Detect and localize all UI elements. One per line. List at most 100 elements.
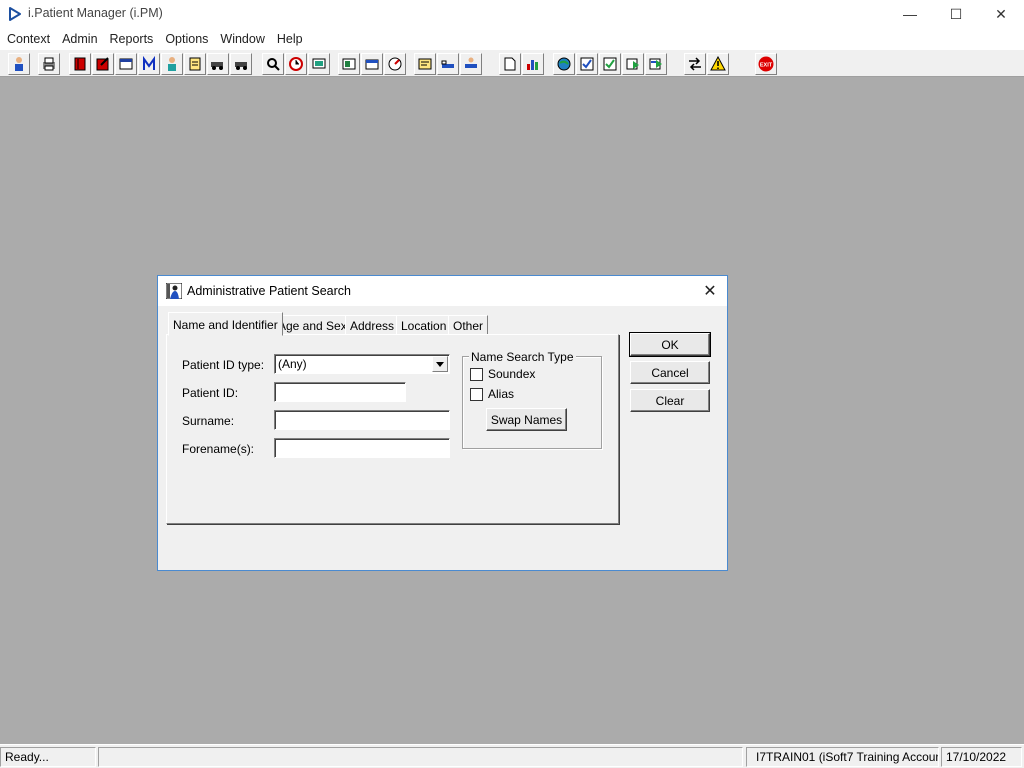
- toolbar-button-green-arrow[interactable]: [622, 53, 644, 75]
- toolbar-button-disc[interactable]: [384, 53, 406, 75]
- dialog-title-bar: Administrative Patient Search ✕: [158, 276, 727, 306]
- status-date: 17/10/2022: [941, 747, 1022, 767]
- toolbar-button-clock[interactable]: [285, 53, 307, 75]
- clock-icon: [289, 57, 303, 71]
- note-icon: [418, 58, 432, 70]
- forenames-input[interactable]: [274, 438, 450, 458]
- photo-icon: [342, 58, 356, 70]
- tab-name-and-identifier[interactable]: Name and Identifier: [168, 312, 283, 336]
- toolbar-button-document[interactable]: [499, 53, 521, 75]
- toolbar-button-search[interactable]: [262, 53, 284, 75]
- close-button[interactable]: ✕: [978, 0, 1024, 28]
- check-list-icon: [603, 57, 617, 71]
- toolbar-button-chart[interactable]: [522, 53, 544, 75]
- toolbar-button-note[interactable]: [414, 53, 436, 75]
- cancel-button[interactable]: Cancel: [630, 361, 710, 384]
- tab-age-and-sex[interactable]: Age and Sex: [273, 315, 352, 335]
- tab-address[interactable]: Address: [345, 315, 400, 335]
- maximize-button[interactable]: ☐: [933, 0, 979, 28]
- tab-other[interactable]: Other: [448, 315, 489, 335]
- toolbar-button-exit[interactable]: EXIT: [755, 53, 777, 75]
- vehicle-icon: [211, 62, 223, 70]
- exit-icon: EXIT: [758, 56, 774, 72]
- toolbar-button-notepad[interactable]: [184, 53, 206, 75]
- toolbar-button-check-list[interactable]: [599, 53, 621, 75]
- minimize-button[interactable]: —: [887, 0, 933, 28]
- swap-icon: [649, 58, 662, 70]
- bed-icon: [441, 60, 454, 68]
- menu-bar: Context Admin Reports Options Window Hel…: [0, 28, 1024, 49]
- patient-id-input[interactable]: [274, 382, 406, 402]
- vehicle-2-icon: [235, 62, 247, 70]
- toolbar-button-card[interactable]: [361, 53, 383, 75]
- check-down-icon: [580, 57, 594, 71]
- swap-names-button[interactable]: Swap Names: [486, 408, 567, 431]
- toolbar-button-warning[interactable]: [707, 53, 729, 75]
- toolbar-button-check-down[interactable]: [576, 53, 598, 75]
- window-icon: [119, 58, 133, 70]
- menu-help[interactable]: Help: [272, 32, 308, 46]
- ok-button[interactable]: OK: [629, 332, 711, 357]
- toolbar-button-globe[interactable]: [553, 53, 575, 75]
- toolbar-button-monitor[interactable]: [308, 53, 330, 75]
- alias-checkbox[interactable]: [470, 388, 483, 401]
- toolbar-button-photo[interactable]: [338, 53, 360, 75]
- dialog-app-icon: [166, 283, 182, 299]
- document-icon: [504, 57, 516, 71]
- menu-admin[interactable]: Admin: [57, 32, 102, 46]
- minimize-icon: —: [903, 6, 917, 22]
- close-icon: ✕: [703, 283, 717, 300]
- dialog-title: Administrative Patient Search: [187, 284, 351, 298]
- magnifier-icon: [267, 58, 280, 71]
- notepad-icon: [189, 57, 201, 71]
- soundex-checkbox[interactable]: [470, 368, 483, 381]
- warning-icon: [710, 56, 726, 71]
- toolbar-button-patient[interactable]: [8, 53, 30, 75]
- status-account: I7TRAIN01 (iSoft7 Training Account): [746, 747, 939, 767]
- green-arrow-icon: [626, 58, 639, 70]
- name-search-type-title: Name Search Type: [469, 350, 576, 364]
- toolbar: EXIT: [0, 49, 1024, 77]
- dropdown-button[interactable]: [432, 356, 448, 372]
- toolbar-button-doctor[interactable]: [161, 53, 183, 75]
- status-message: Ready...: [0, 747, 96, 767]
- monitor-icon: [312, 58, 326, 69]
- doctor-icon: [168, 57, 176, 71]
- menu-window[interactable]: Window: [215, 32, 269, 46]
- toolbar-button-book[interactable]: [69, 53, 91, 75]
- tab-location[interactable]: Location: [396, 315, 452, 335]
- app-logo-icon: [9, 7, 21, 21]
- notebook-icon: [96, 57, 109, 71]
- person-icon: [15, 57, 23, 71]
- toolbar-button-vehicle-2[interactable]: [230, 53, 252, 75]
- clear-button[interactable]: Clear: [630, 389, 710, 412]
- patient-id-type-label: Patient ID type:: [182, 358, 265, 372]
- patient-id-type-select[interactable]: (Any): [274, 354, 450, 374]
- menu-options[interactable]: Options: [160, 32, 213, 46]
- toolbar-button-swap[interactable]: [645, 53, 667, 75]
- alias-label[interactable]: Alias: [488, 387, 514, 401]
- toolbar-button-vehicle[interactable]: [207, 53, 229, 75]
- bar-chart-icon: [527, 60, 538, 70]
- status-pane-empty: [98, 747, 743, 767]
- soundex-label[interactable]: Soundex: [488, 367, 535, 381]
- patient-id-type-value: (Any): [278, 357, 307, 371]
- toolbar-button-print[interactable]: [38, 53, 60, 75]
- toolbar-button-window[interactable]: [115, 53, 137, 75]
- toolbar-button-bed[interactable]: [437, 53, 459, 75]
- patient-id-label: Patient ID:: [182, 386, 239, 400]
- menu-context[interactable]: Context: [2, 32, 55, 46]
- dialog-close-button[interactable]: ✕: [699, 280, 721, 302]
- surname-input[interactable]: [274, 410, 450, 430]
- card-icon: [365, 59, 379, 70]
- globe-icon: [557, 57, 571, 71]
- toolbar-button-bed-person[interactable]: [460, 53, 482, 75]
- toolbar-button-arrows[interactable]: [684, 53, 706, 75]
- toolbar-button-m[interactable]: [138, 53, 160, 75]
- title-bar: i.Patient Manager (i.PM) — ☐ ✕: [0, 0, 1024, 28]
- book-icon: [74, 57, 86, 71]
- menu-reports[interactable]: Reports: [105, 32, 159, 46]
- printer-icon: [43, 57, 55, 71]
- forenames-label: Forename(s):: [182, 442, 255, 456]
- toolbar-button-notebook[interactable]: [92, 53, 114, 75]
